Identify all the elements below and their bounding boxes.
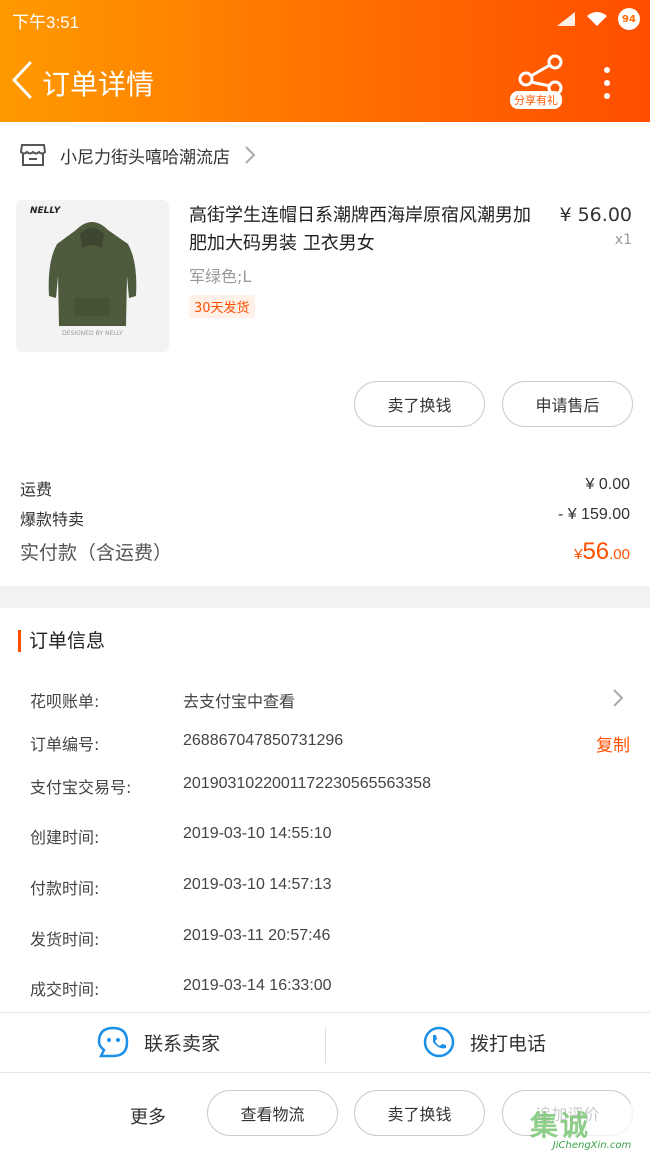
chat-icon [97, 1026, 129, 1058]
product-quantity: x1 [614, 232, 632, 248]
discount-value: - ¥ 159.00 [557, 506, 630, 523]
info-label-shipped: 发货时间: [30, 930, 100, 949]
order-item-card: 小尼力街头嘻哈潮流店 NELLY DESIGNED BY NELLY 高街学生连… [0, 122, 650, 586]
watermark-logo: 集诚 [530, 1109, 591, 1142]
shipping-fee-row: 运费 ¥ 0.00 [20, 476, 630, 500]
more-button[interactable]: 更多 [130, 1103, 166, 1129]
order-info-section: 订单信息 花呗账单: 去支付宝中查看 订单编号: 268867047850731… [0, 608, 650, 1012]
shop-row[interactable]: 小尼力街头嘻哈潮流店 [20, 142, 256, 168]
discount-label: 爆款特卖 [20, 510, 85, 529]
back-arrow-icon[interactable] [10, 60, 34, 100]
info-label-alipay-trade: 支付宝交易号: [30, 778, 132, 797]
info-label-huabei: 花呗账单: [30, 692, 100, 711]
contact-seller-label: 联系卖家 [144, 1032, 221, 1055]
info-value-order-number: 268867047850731296 [183, 732, 344, 749]
chevron-right-icon[interactable] [612, 688, 624, 708]
total-label: 实付款（含运费） [20, 542, 173, 564]
sell-again-button[interactable]: 卖了换钱 [354, 1090, 485, 1136]
info-label-created: 创建时间: [30, 828, 100, 847]
product-title[interactable]: 高街学生连帽日系潮牌西海岸原宿风潮男加肥加大码男装 卫衣男女 [189, 202, 544, 258]
info-label-paid: 付款时间: [30, 879, 100, 898]
status-time: 下午3:51 [12, 13, 80, 32]
view-logistics-button[interactable]: 查看物流 [207, 1090, 338, 1136]
shipping-value: ¥ 0.00 [585, 476, 630, 493]
shop-name[interactable]: 小尼力街头嘻哈潮流店 [60, 143, 230, 168]
product-price: ¥ 56.00 [559, 204, 632, 226]
total-decimal: .00 [609, 546, 630, 563]
shipping-tag: 30天发货 [189, 295, 255, 318]
status-icons: 94 [556, 8, 640, 30]
page-title: 订单详情 [42, 68, 155, 101]
copy-button[interactable]: 复制 [596, 731, 630, 756]
info-label-order-number: 订单编号: [30, 735, 100, 754]
signal-icon [557, 12, 575, 26]
info-value-created: 2019-03-10 14:55:10 [183, 825, 332, 842]
product-image-footer: DESIGNED BY NELLY [62, 330, 123, 337]
share-badge[interactable]: 分享有礼 [510, 91, 562, 109]
call-label: 拨打电话 [470, 1032, 547, 1055]
info-value-paid: 2019-03-10 14:57:13 [183, 876, 332, 893]
info-label-completed: 成交时间: [30, 980, 100, 999]
watermark-url: JiChengXin.com [552, 1140, 632, 1151]
info-value-shipped: 2019-03-11 20:57:46 [183, 927, 331, 944]
app-header: 下午3:51 94 订单详情 分享有礼 [0, 0, 650, 122]
info-value-alipay-trade: 2019031022001172230565563358 [183, 775, 431, 792]
total-row: 实付款（含运费） ¥56.00 [20, 538, 630, 566]
call-button[interactable]: 拨打电话 [422, 1025, 546, 1059]
sell-button[interactable]: 卖了换钱 [354, 381, 485, 427]
phone-icon [423, 1026, 455, 1058]
after-sale-button[interactable]: 申请售后 [502, 381, 633, 427]
battery-icon: 94 [618, 8, 640, 30]
more-menu-icon[interactable] [604, 67, 614, 106]
wifi-icon [587, 12, 607, 26]
info-value-completed: 2019-03-14 16:33:00 [183, 977, 332, 994]
total-integer: 56 [582, 538, 610, 565]
total-value: ¥56.00 [574, 538, 630, 566]
chevron-right-icon [245, 146, 256, 164]
divider [325, 1027, 326, 1063]
discount-row: 爆款特卖 - ¥ 159.00 [20, 506, 630, 530]
shop-icon [20, 144, 46, 166]
info-value-huabei[interactable]: 去支付宝中查看 [183, 688, 295, 712]
contact-bar: 联系卖家 拨打电话 [0, 1012, 650, 1072]
shipping-label: 运费 [20, 480, 53, 499]
product-sku: 军绿色;L [189, 267, 252, 286]
order-info-heading: 订单信息 [18, 630, 105, 652]
contact-seller-button[interactable]: 联系卖家 [96, 1025, 220, 1059]
product-image[interactable]: NELLY DESIGNED BY NELLY [16, 200, 169, 352]
